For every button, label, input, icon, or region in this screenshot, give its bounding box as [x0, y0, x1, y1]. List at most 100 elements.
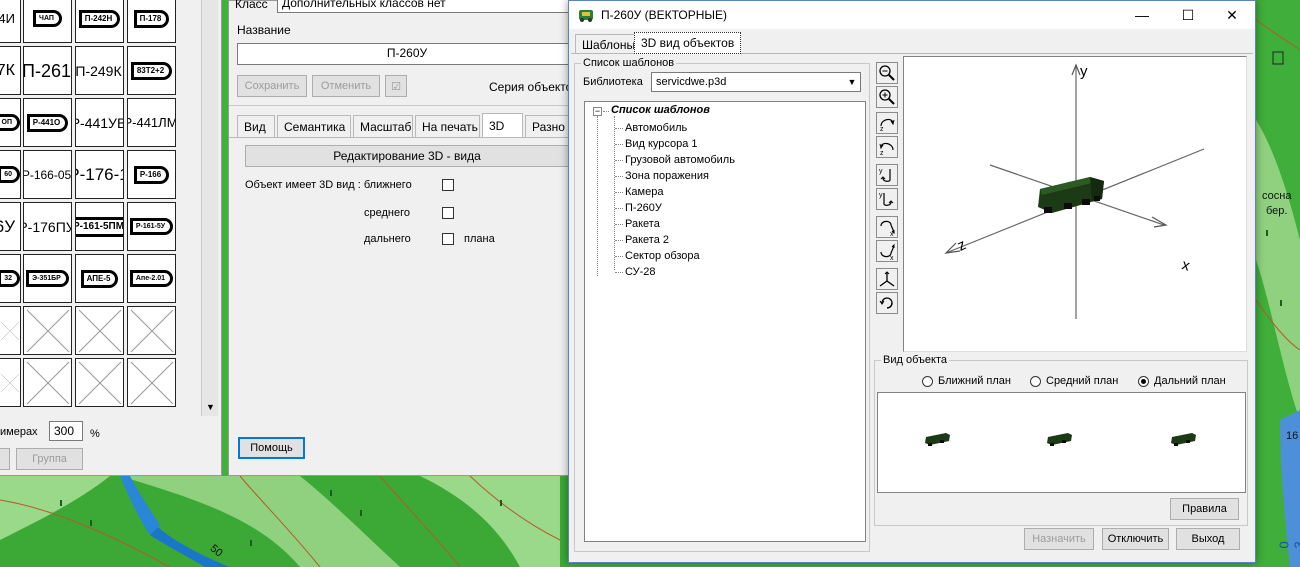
symbol-cell[interactable]: Р-166-05 [23, 150, 72, 199]
maximize-icon: ☐ [1181, 6, 1195, 23]
name-field[interactable]: П-260У [237, 43, 577, 65]
symbol-cell[interactable]: Р-441О [23, 98, 72, 147]
templates-tree[interactable]: − Список шаблонов Автомобиль Вид курсора … [584, 101, 866, 542]
tab-0[interactable]: Вид [237, 115, 275, 137]
symbol-cell[interactable]: Р-441ЛМ [127, 98, 176, 147]
empty-symbol-cell[interactable] [127, 306, 176, 355]
symbol-label: Р-166-05 [24, 166, 71, 183]
preview-medium-model [1047, 433, 1072, 446]
tree-item[interactable]: Автомобиль [625, 122, 687, 134]
tab-3[interactable]: На печать [415, 115, 480, 137]
library-select[interactable]: servicdwe.p3d [651, 72, 861, 92]
medium-checkbox[interactable] [442, 207, 454, 219]
close-button[interactable]: ✕ [1209, 1, 1255, 29]
symbol-cell[interactable]: 83Т2+2 [127, 46, 176, 95]
edit-3d-view-button[interactable]: Редактирование 3D - вида [245, 145, 569, 167]
symbol-cell[interactable]: ОНЧ-244И [0, 0, 21, 43]
tree-item[interactable]: Ракета 2 [625, 234, 669, 246]
near-checkbox[interactable] [442, 179, 454, 191]
tab-2[interactable]: Масштаб [353, 115, 413, 137]
rotate-z-cw-button[interactable]: z [876, 112, 898, 134]
scroll-down-icon[interactable]: ▼ [206, 402, 215, 412]
symbol-cell[interactable]: 47К [0, 46, 21, 95]
tree-root-line [597, 116, 598, 276]
empty-symbol-cell[interactable] [23, 358, 72, 407]
empty-symbol-cell[interactable] [75, 306, 124, 355]
rotate-x-cw-button[interactable]: x [876, 216, 898, 238]
symbol-cell[interactable]: Р-166 [127, 150, 176, 199]
symbol-cell[interactable]: 32 [0, 254, 21, 303]
rotate-z-ccw-button[interactable]: z [876, 136, 898, 158]
divider [229, 105, 569, 106]
scale-input[interactable]: 300 [49, 421, 83, 441]
symbol-cell[interactable]: Р-176ПУ [23, 202, 72, 251]
symbol-cell[interactable]: ЧАП [23, 0, 72, 43]
empty-symbol-cell[interactable] [127, 358, 176, 407]
tree-root-label[interactable]: Список шаблонов [611, 104, 710, 116]
tree-item[interactable]: СУ-28 [625, 266, 655, 278]
tree-item[interactable]: Сектор обзора [625, 250, 700, 262]
help-button[interactable]: Помощь [238, 437, 305, 459]
cancel-button[interactable]: Отменить [312, 75, 380, 97]
rotate-y-cw-button[interactable]: y [876, 164, 898, 186]
zoom-in-button[interactable] [876, 86, 898, 108]
exit-button[interactable]: Выход [1176, 528, 1240, 550]
empty-symbol-cell[interactable] [23, 306, 72, 355]
group-button[interactable]: Группа [16, 448, 83, 470]
symbol-cell[interactable]: П-178 [127, 0, 176, 43]
tree-item[interactable]: Ракета [625, 218, 660, 230]
tab-templates[interactable]: Шаблоны [575, 34, 643, 54]
chevron-down-icon[interactable]: ▼ [844, 73, 860, 91]
rotate-y-ccw-button[interactable]: y [876, 188, 898, 210]
symbol-cell[interactable]: 60 [0, 150, 21, 199]
disable-button[interactable]: Отключить [1102, 528, 1169, 550]
symbol-cell[interactable]: Р-176-1 [75, 150, 124, 199]
tree-root-connector [603, 111, 609, 112]
tree-collapse-icon[interactable]: − [593, 107, 602, 116]
symbol-cell[interactable]: П-261 [23, 46, 72, 95]
symbol-cell[interactable]: Р-161-5ПМ [75, 202, 124, 251]
class-field[interactable]: Дополнительных классов нет [277, 0, 569, 13]
tree-item[interactable]: П-260У [625, 202, 662, 214]
axes-button[interactable] [876, 268, 898, 290]
tab-4[interactable]: 3D [482, 113, 523, 137]
radio-far[interactable] [1138, 376, 1149, 387]
3d-viewport[interactable]: y z x [903, 56, 1247, 352]
symbol-cell[interactable]: Э-351БР [23, 254, 72, 303]
tree-item[interactable]: Вид курсора 1 [625, 138, 698, 150]
tree-item[interactable]: Камера [625, 186, 663, 198]
symbol-grid-scrollbar[interactable]: ▼ [201, 0, 218, 416]
dialog-titlebar[interactable]: П-260У (ВЕКТОРНЫЕ) — ☐ ✕ [569, 1, 1255, 29]
zoom-out-button[interactable] [876, 62, 898, 84]
radio-medium[interactable] [1030, 376, 1041, 387]
assign-button[interactable]: Назначить [1024, 528, 1094, 550]
tab-1[interactable]: Семантика [277, 115, 351, 137]
empty-cross-icon [130, 309, 173, 352]
empty-symbol-cell[interactable] [75, 358, 124, 407]
radio-near[interactable] [922, 376, 933, 387]
symbol-cell[interactable]: АПЕ-5 [75, 254, 124, 303]
tree-item[interactable]: Грузовой автомобиль [625, 154, 735, 166]
save-button[interactable]: Сохранить [237, 75, 307, 97]
symbol-cell[interactable]: П-242Н [75, 0, 124, 43]
tab-5[interactable]: Разно [525, 115, 569, 137]
tab-3d-objects[interactable]: 3D вид объектов [634, 32, 742, 54]
symbol-cell[interactable]: 76У [0, 202, 21, 251]
minimize-button[interactable]: — [1119, 1, 1165, 29]
rotate-x-ccw-button[interactable]: x [876, 240, 898, 262]
far-checkbox[interactable] [442, 233, 454, 245]
maximize-button[interactable]: ☐ [1165, 1, 1211, 29]
object-view-group-label: Вид объекта [883, 354, 947, 366]
empty-symbol-cell[interactable] [0, 358, 21, 407]
symbol-cell[interactable]: Апе-2.01 [127, 254, 176, 303]
tree-item[interactable]: Зона поражения [625, 170, 709, 182]
rules-button[interactable]: Правила [1170, 498, 1239, 520]
symbol-cell[interactable]: Р-161-5У [127, 202, 176, 251]
reset-rotation-button[interactable] [876, 292, 898, 314]
empty-symbol-cell[interactable] [0, 306, 21, 355]
symbol-cell[interactable]: П-249К [75, 46, 124, 95]
series-checkbox[interactable]: ☑ [385, 75, 407, 97]
symbol-cell[interactable]: ОП [0, 98, 21, 147]
left-edge-button[interactable] [0, 448, 10, 470]
symbol-cell[interactable]: Р-441УВ [75, 98, 124, 147]
